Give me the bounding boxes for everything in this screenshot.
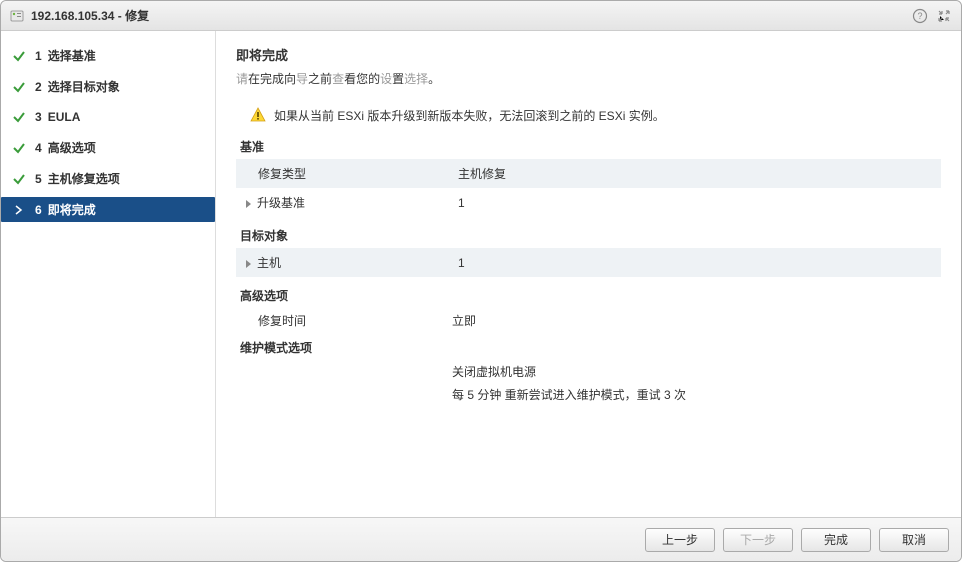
- baseline-table: 修复类型 主机修复 升级基准 1: [236, 159, 941, 217]
- section-advanced-header: 高级选项: [236, 281, 941, 308]
- remediate-time-row: 修复时间 立即: [236, 308, 941, 333]
- table-row: 修复类型 主机修复: [236, 159, 941, 188]
- upgrade-baseline-value: 1: [446, 188, 941, 217]
- warning-text: 如果从当前 ESXi 版本升级到新版本失败，无法回滚到之前的 ESXi 实例。: [274, 107, 665, 124]
- table-row: 主机 1: [236, 248, 941, 277]
- step-ready-complete[interactable]: 6 即将完成: [1, 197, 215, 222]
- step-eula[interactable]: 3 EULA: [1, 105, 215, 129]
- dialog-footer: 上一步 下一步 完成 取消: [1, 517, 961, 561]
- content-title: 即将完成: [236, 45, 941, 64]
- upgrade-baseline-row[interactable]: 升级基准: [236, 188, 446, 217]
- wizard-sidebar: 1 选择基准 2 选择目标对象 3 EULA 4 高级选项 5 主机修复: [1, 31, 216, 517]
- warning-icon: [250, 107, 266, 123]
- remediate-type-label: 修复类型: [236, 159, 446, 188]
- back-button[interactable]: 上一步: [645, 528, 715, 552]
- step-select-target[interactable]: 2 选择目标对象: [1, 74, 215, 99]
- chevron-right-icon: [11, 202, 27, 218]
- dialog-title: 192.168.105.34 - 修复: [31, 7, 911, 24]
- check-icon: [11, 140, 27, 156]
- remediate-dialog: 192.168.105.34 - 修复 ? 1: [0, 0, 962, 562]
- remediate-time-label: 修复时间: [258, 312, 452, 329]
- host-icon: [9, 8, 25, 24]
- finish-button[interactable]: 完成: [801, 528, 871, 552]
- step-host-remediation[interactable]: 5 主机修复选项: [1, 166, 215, 191]
- next-button: 下一步: [723, 528, 793, 552]
- titlebar: 192.168.105.34 - 修复 ?: [1, 1, 961, 31]
- remediate-time-value: 立即: [452, 312, 476, 329]
- chevron-right-icon: [246, 260, 251, 268]
- table-row: 升级基准 1: [236, 188, 941, 217]
- cancel-button[interactable]: 取消: [879, 528, 949, 552]
- maintenance-lines: 关闭虚拟机电源 每 5 分钟 重新尝试进入维护模式，重试 3 次: [236, 360, 941, 406]
- step-select-baseline[interactable]: 1 选择基准: [1, 43, 215, 68]
- section-baseline-header: 基准: [236, 132, 941, 159]
- maintenance-line: 关闭虚拟机电源: [452, 360, 941, 383]
- host-row[interactable]: 主机: [236, 248, 446, 277]
- remediate-type-value: 主机修复: [446, 159, 941, 188]
- wizard-content: 即将完成 请在完成向导之前查看您的设置选择。 如果从当前 ESXi 版本升级到新…: [216, 31, 961, 517]
- check-icon: [11, 109, 27, 125]
- svg-text:?: ?: [917, 11, 922, 21]
- section-target-header: 目标对象: [236, 221, 941, 248]
- content-subtitle: 请在完成向导之前查看您的设置选择。: [236, 70, 941, 87]
- step-advanced[interactable]: 4 高级选项: [1, 135, 215, 160]
- chevron-right-icon: [246, 200, 251, 208]
- check-icon: [11, 79, 27, 95]
- check-icon: [11, 48, 27, 64]
- host-count-value: 1: [446, 248, 941, 277]
- dialog-body: 1 选择基准 2 选择目标对象 3 EULA 4 高级选项 5 主机修复: [1, 31, 961, 517]
- maintenance-line: 每 5 分钟 重新尝试进入维护模式，重试 3 次: [452, 383, 941, 406]
- target-table: 主机 1: [236, 248, 941, 277]
- check-icon: [11, 171, 27, 187]
- expand-icon[interactable]: [935, 7, 953, 25]
- section-maintenance-header: 维护模式选项: [236, 333, 941, 360]
- warning-message: 如果从当前 ESXi 版本升级到新版本失败，无法回滚到之前的 ESXi 实例。: [250, 107, 941, 124]
- help-icon[interactable]: ?: [911, 7, 929, 25]
